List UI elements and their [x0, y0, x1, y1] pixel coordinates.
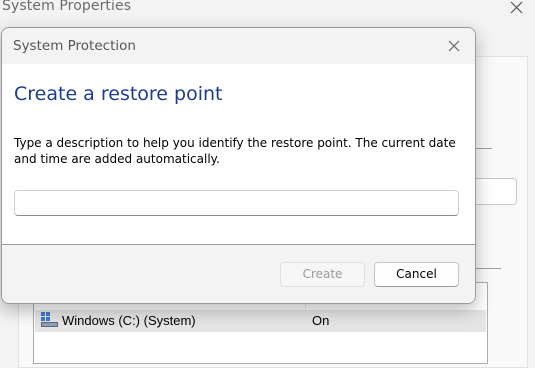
- background-field[interactable]: [470, 178, 517, 205]
- dialog-footer: Create Cancel: [2, 244, 475, 303]
- group-divider: [475, 268, 501, 269]
- drive-icon: [41, 312, 58, 327]
- close-icon[interactable]: [445, 37, 463, 55]
- dialog-heading: Create a restore point: [14, 83, 223, 105]
- drive-name: Windows (C:) (System): [62, 313, 196, 328]
- create-restore-point-dialog: System Protection Create a restore point…: [1, 27, 476, 304]
- restore-point-description-input[interactable]: [14, 190, 459, 216]
- dialog-description: Type a description to help you identify …: [14, 136, 456, 166]
- window-title: System Properties: [2, 0, 132, 14]
- group-divider: [475, 148, 492, 149]
- dialog-title: System Protection: [13, 38, 136, 54]
- cancel-button[interactable]: Cancel: [374, 262, 459, 287]
- dialog-titlebar: System Protection: [2, 28, 475, 64]
- list-item[interactable]: Windows (C:) (System) On: [35, 310, 486, 332]
- create-button[interactable]: Create: [280, 262, 365, 287]
- protection-status: On: [312, 313, 330, 328]
- close-icon[interactable]: [506, 0, 526, 17]
